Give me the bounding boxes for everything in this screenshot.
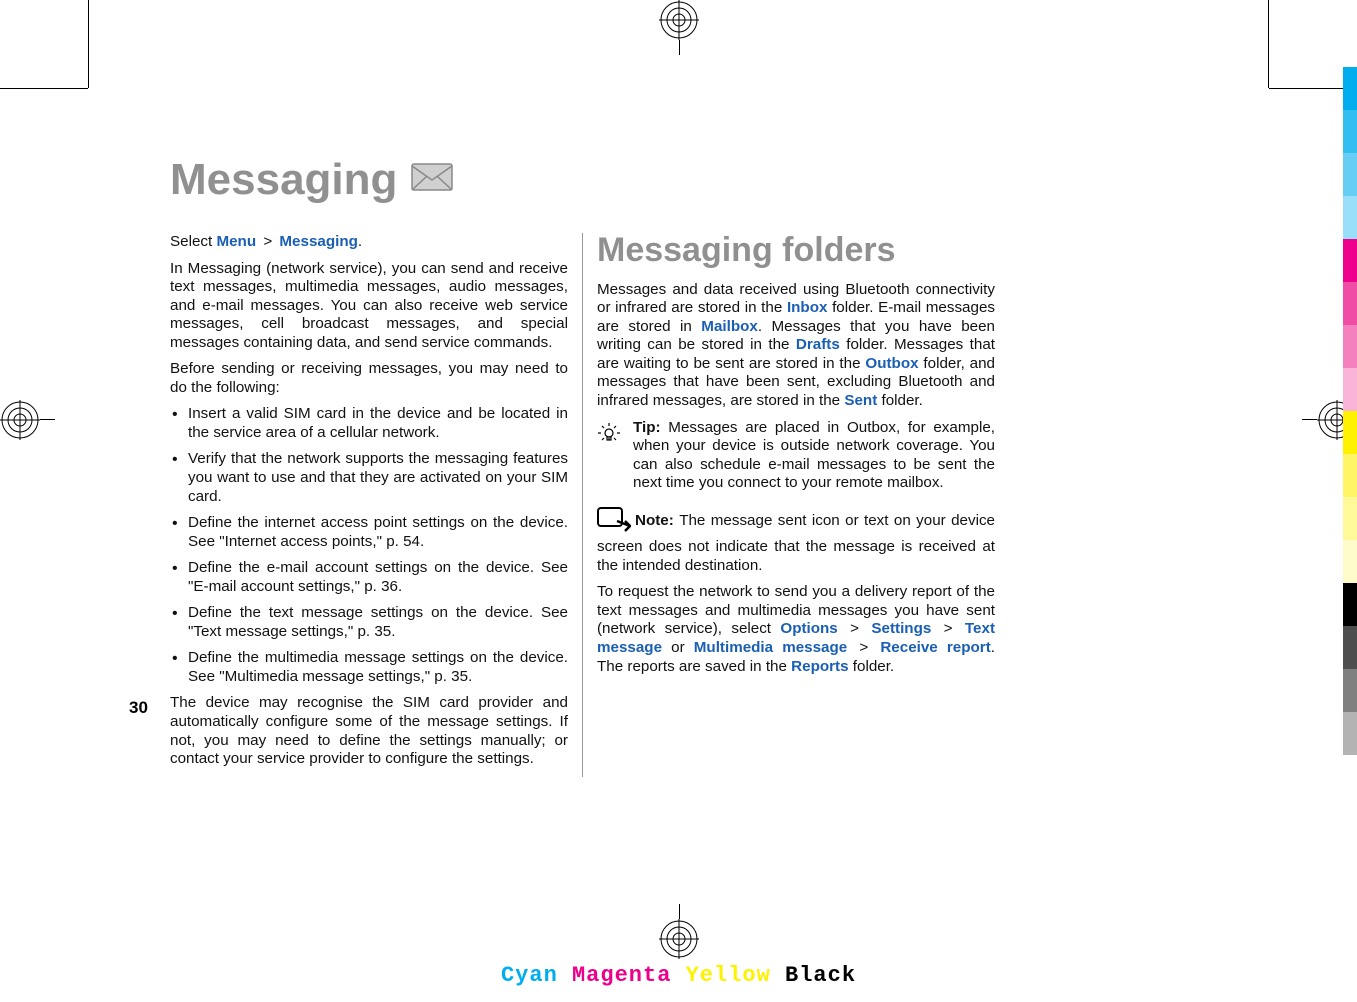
folder-link: Mailbox — [701, 318, 758, 335]
page-number: 30 — [129, 698, 148, 718]
crop-mark — [679, 904, 680, 919]
color-swatch — [1343, 669, 1357, 712]
crop-mark — [1302, 419, 1317, 420]
yellow-label: Yellow — [686, 963, 771, 988]
menu-link: Options — [780, 620, 837, 637]
envelope-icon — [411, 155, 453, 205]
black-label: Black — [785, 963, 856, 988]
tip-text: Tip: Messages are placed in Outbox, for … — [633, 419, 995, 493]
crop-mark — [88, 0, 89, 88]
registration-mark-icon — [0, 400, 40, 440]
color-swatch — [1343, 583, 1357, 626]
crop-mark — [679, 40, 680, 55]
menu-link: Menu — [216, 233, 256, 250]
color-swatch — [1343, 239, 1357, 282]
folder-link: Inbox — [787, 299, 828, 316]
menu-link: Multimedia message — [694, 639, 847, 656]
chapter-title: Messaging — [170, 155, 1015, 205]
list-item: Define the e-mail account settings on th… — [170, 559, 568, 596]
color-swatch — [1343, 196, 1357, 239]
color-swatch — [1343, 153, 1357, 196]
intro-paragraph: In Messaging (network service), you can … — [170, 260, 568, 353]
note-icon — [597, 507, 631, 539]
color-swatch — [1343, 497, 1357, 540]
crop-mark — [40, 419, 55, 420]
chapter-title-text: Messaging — [170, 155, 397, 205]
menu-link: Receive report — [880, 639, 990, 656]
select-path: Select Menu > Messaging. — [170, 233, 568, 252]
list-item: Verify that the network supports the mes… — [170, 450, 568, 506]
registration-mark-icon — [659, 0, 699, 40]
color-swatch-bar — [1343, 67, 1357, 755]
folder-link: Outbox — [865, 355, 918, 372]
before-paragraph: Before sending or receiving messages, yo… — [170, 360, 568, 397]
folder-link: Reports — [791, 658, 848, 675]
bullet-list: Insert a valid SIM card in the device an… — [170, 405, 568, 686]
color-swatch — [1343, 712, 1357, 755]
closing-paragraph: The device may recognise the SIM card pr… — [170, 694, 568, 768]
page-content: Messaging Select Menu > Messaging. In Me… — [170, 155, 1015, 777]
list-item: Define the multimedia message settings o… — [170, 649, 568, 686]
color-swatch — [1343, 67, 1357, 110]
folder-link: Drafts — [796, 336, 840, 353]
cmyk-footer: Cyan Magenta Yellow Black — [501, 963, 856, 988]
delivery-report-paragraph: To request the network to send you a del… — [597, 583, 995, 676]
right-column: Messaging folders Messages and data rece… — [597, 233, 995, 777]
left-column: Select Menu > Messaging. In Messaging (n… — [170, 233, 568, 777]
list-item: Insert a valid SIM card in the device an… — [170, 405, 568, 442]
crop-mark — [1268, 0, 1269, 88]
color-swatch — [1343, 368, 1357, 411]
menu-link: Settings — [871, 620, 931, 637]
color-swatch — [1343, 540, 1357, 583]
folders-paragraph: Messages and data received using Bluetoo… — [597, 281, 995, 411]
lightbulb-tip-icon — [597, 419, 623, 493]
color-swatch — [1343, 411, 1357, 454]
cyan-label: Cyan — [501, 963, 558, 988]
menu-link: Messaging — [279, 233, 358, 250]
column-divider — [582, 233, 583, 777]
note-paragraph: Note: The message sent icon or text on y… — [597, 507, 995, 576]
color-swatch — [1343, 325, 1357, 368]
crop-mark — [0, 88, 88, 89]
folder-link: Sent — [844, 392, 877, 409]
color-swatch — [1343, 282, 1357, 325]
tip-block: Tip: Messages are placed in Outbox, for … — [597, 419, 995, 493]
color-swatch — [1343, 454, 1357, 497]
section-title: Messaging folders — [597, 233, 995, 269]
list-item: Define the internet access point setting… — [170, 514, 568, 551]
registration-mark-icon — [659, 919, 699, 959]
list-item: Define the text message settings on the … — [170, 604, 568, 641]
magenta-label: Magenta — [572, 963, 671, 988]
color-swatch — [1343, 626, 1357, 669]
color-swatch — [1343, 110, 1357, 153]
